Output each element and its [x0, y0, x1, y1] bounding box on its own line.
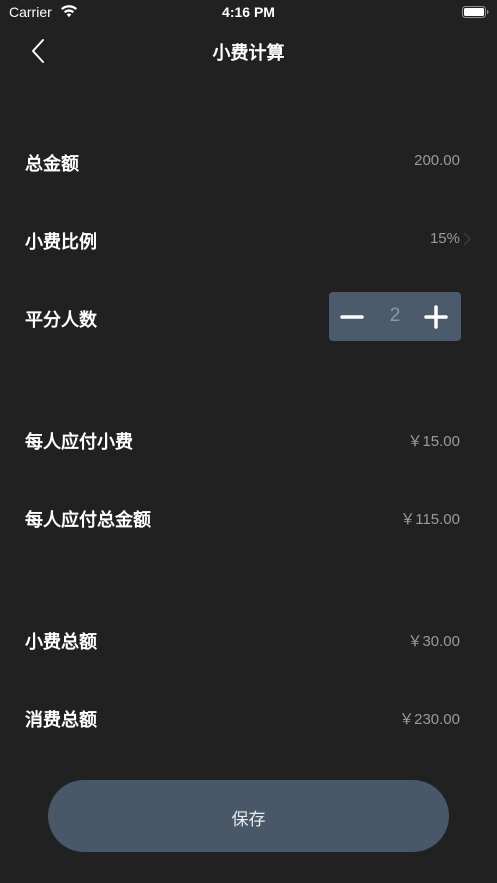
status-time: 4:16 PM	[222, 4, 275, 20]
plus-icon[interactable]	[423, 304, 449, 330]
page-title: 小费计算	[212, 43, 285, 64]
tip-per-person-value: ￥15.00	[407, 433, 460, 450]
nav-bar: 小费计算	[0, 26, 497, 76]
split-count-value: 2	[389, 305, 401, 326]
save-button-label: 保存	[231, 810, 266, 830]
total-amount-label: 总金额	[25, 154, 79, 175]
total-per-person-row: 每人应付总金额 ￥115.00	[0, 498, 497, 538]
bill-total-label: 消费总额	[25, 710, 97, 731]
tip-per-person-row: 每人应付小费 ￥15.00	[0, 420, 497, 460]
total-per-person-value: ￥115.00	[400, 511, 460, 528]
chevron-right-icon	[463, 232, 471, 246]
tip-total-value: ￥30.00	[407, 633, 460, 650]
tip-total-label: 小费总额	[25, 632, 97, 653]
minus-icon[interactable]	[339, 304, 365, 330]
total-per-person-label: 每人应付总金额	[25, 510, 151, 531]
bill-total-value: ￥230.00	[399, 711, 460, 728]
split-count-stepper: 2	[329, 292, 461, 341]
save-button[interactable]: 保存	[48, 780, 449, 852]
bill-total-row: 消费总额 ￥230.00	[0, 698, 497, 738]
total-amount-row[interactable]: 总金额 200.00	[0, 142, 497, 182]
tip-total-row: 小费总额 ￥30.00	[0, 620, 497, 660]
tip-rate-label: 小费比例	[25, 232, 97, 253]
split-count-label: 平分人数	[25, 310, 97, 331]
battery-icon	[462, 6, 489, 18]
tip-per-person-label: 每人应付小费	[25, 432, 133, 453]
tip-rate-value: 15%	[429, 230, 460, 247]
total-amount-value[interactable]: 200.00	[414, 152, 460, 169]
status-bar: Carrier 4:16 PM	[0, 0, 497, 26]
tip-rate-row[interactable]: 小费比例 15%	[0, 220, 497, 260]
